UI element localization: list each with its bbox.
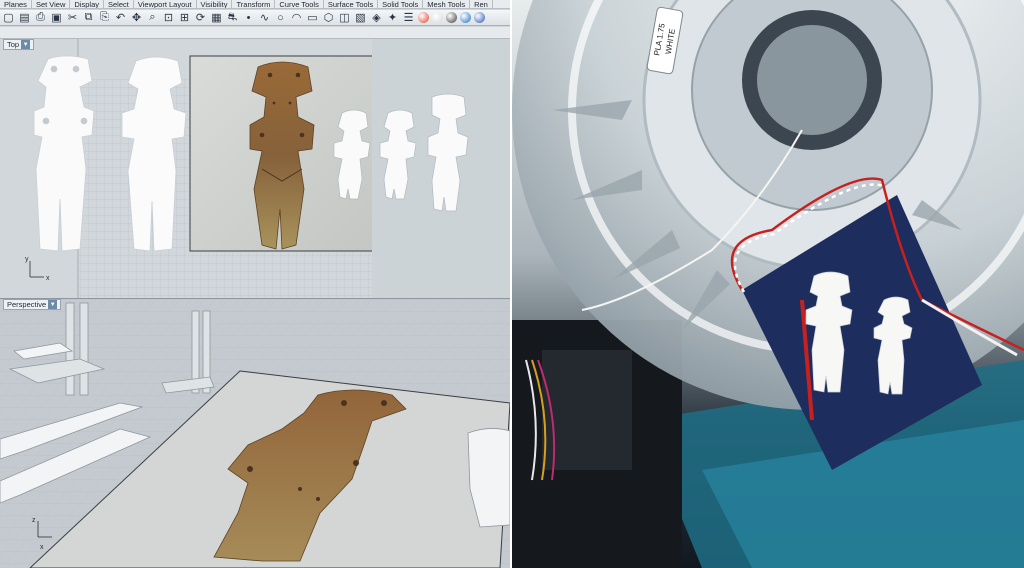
rectangle-icon[interactable]: ▭ — [306, 11, 319, 24]
menu-tab[interactable]: Solid Tools — [378, 0, 424, 8]
print-icon[interactable]: ⎙ — [34, 11, 47, 24]
menu-tab[interactable]: Visibility — [197, 0, 233, 8]
axis-z-label: z — [32, 517, 36, 524]
cad-application: Planes Set View Display Select Viewport Layo… — [0, 0, 510, 568]
arc-icon[interactable]: ◠ — [290, 11, 303, 24]
layer-icon[interactable]: ☰ — [402, 11, 415, 24]
viewport-title-top[interactable]: Top ▼ — [3, 39, 35, 50]
menu-tab[interactable]: Select — [104, 0, 134, 8]
menu-tab[interactable]: Surface Tools — [324, 0, 379, 8]
chevron-down-icon[interactable]: ▼ — [48, 300, 58, 309]
point-icon[interactable]: • — [242, 11, 255, 24]
render-icon[interactable] — [432, 12, 443, 23]
grid-icon[interactable]: ▦ — [210, 11, 223, 24]
menu-tab[interactable]: Transform — [232, 0, 276, 8]
axis-y-label: y — [25, 256, 29, 263]
polygon-icon[interactable]: ⬡ — [322, 11, 335, 24]
new-file-icon[interactable]: ▢ — [2, 11, 15, 24]
color-wheel-icon[interactable] — [418, 12, 429, 23]
light-icon[interactable]: ✦ — [386, 11, 399, 24]
zoom-icon[interactable]: ⌕ — [146, 11, 159, 24]
viewport-name: Top — [7, 40, 20, 49]
top-viewport[interactable]: Top ▼ y x — [0, 39, 510, 298]
cut-icon[interactable]: ✂ — [66, 11, 79, 24]
mesh-icon[interactable]: ◈ — [370, 11, 383, 24]
menu-tab[interactable]: Planes — [0, 0, 32, 8]
menu-tab[interactable]: Display — [70, 0, 104, 8]
surface-icon[interactable]: ◫ — [338, 11, 351, 24]
open-icon[interactable]: ▣ — [50, 11, 63, 24]
solid-icon[interactable]: ▧ — [354, 11, 367, 24]
pan-icon[interactable]: ✥ — [130, 11, 143, 24]
globe-icon[interactable] — [474, 12, 485, 23]
curve-icon[interactable]: ∿ — [258, 11, 271, 24]
shade-icon[interactable] — [446, 12, 457, 23]
main-toolbar: ▢ ▤ ⎙ ▣ ✂ ⧉ ⎘ ↶ ✥ ⌕ ⊡ ⊞ ⟳ ▦ ⛐ • ∿ ○ ◠ ▭ ⬡ ◫ ▧ ◈ ✦ ☰ — [0, 10, 510, 26]
rotate-view-icon[interactable]: ⟳ — [194, 11, 207, 24]
menu-tab[interactable]: Curve Tools — [275, 0, 324, 8]
circle-icon[interactable]: ○ — [274, 11, 287, 24]
axis-x-label: x — [40, 544, 44, 551]
chevron-down-icon[interactable]: ▼ — [21, 40, 31, 49]
menu-tab[interactable]: Mesh Tools — [423, 0, 471, 8]
save-icon[interactable]: ▤ — [18, 11, 31, 24]
menu-tab[interactable]: Set View — [32, 0, 71, 8]
zoom-window-icon[interactable]: ⊡ — [162, 11, 175, 24]
photo-illustration: PLA 1.75 WHITE — [512, 0, 1024, 568]
copy-icon[interactable]: ⧉ — [82, 11, 95, 24]
printer-spool-photo: PLA 1.75 WHITE — [512, 0, 1024, 568]
car-icon[interactable]: ⛐ — [226, 11, 239, 24]
menu-tab[interactable]: Ren — [470, 0, 493, 8]
material-icon[interactable] — [460, 12, 471, 23]
viewport-tabs-strip — [0, 27, 510, 39]
axis-x-label: x — [46, 275, 50, 282]
undo-icon[interactable]: ↶ — [114, 11, 127, 24]
zoom-extents-icon[interactable]: ⊞ — [178, 11, 191, 24]
menu-tab[interactable]: Viewport Layout — [134, 0, 197, 8]
paste-icon[interactable]: ⎘ — [98, 11, 111, 24]
viewport-name: Perspective — [7, 300, 47, 309]
top-view-canvas: y x — [0, 39, 510, 298]
perspective-canvas: z x — [0, 299, 510, 568]
menu-bar: Planes Set View Display Select Viewport Layo… — [0, 0, 510, 9]
viewport-title-perspective[interactable]: Perspective ▼ — [3, 299, 62, 310]
perspective-viewport[interactable]: Perspective ▼ z x — [0, 299, 510, 568]
